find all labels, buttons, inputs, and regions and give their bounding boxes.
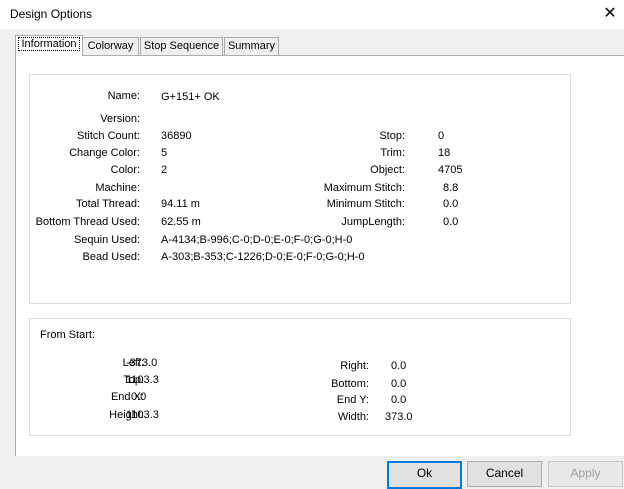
max-stitch-value: 8.8 [443,182,459,194]
change-color-value: 5 [161,147,168,159]
bottom-thread-value: 62.55 m [161,216,201,228]
stitch-count-label: Stitch Count: [77,130,140,142]
from-start-group: From Start: Left: -373.0 Top: 1103.3 End… [29,318,571,436]
tab-summary[interactable]: Summary [224,37,279,55]
version-label: Version: [100,113,140,125]
object-label: Object: [370,164,405,176]
top-value: 1103.3 [126,374,159,386]
close-icon[interactable]: ✕ [600,4,620,24]
cancel-button[interactable]: Cancel [467,461,542,487]
total-thread-label: Total Thread: [75,198,140,210]
end-y-value: 0.0 [391,394,407,406]
design-info-group: Name: G+151+ OK Version: Stitch Count: 3… [29,74,571,304]
window-title: Design Options [10,7,93,21]
color-label: Color: [110,164,140,176]
left-value: -373.0 [126,357,158,369]
bottom-value: 0.0 [391,378,407,390]
bottom-thread-label: Bottom Thread Used: [35,216,140,228]
trim-value: 18 [438,147,451,159]
name-label: Name: [107,90,140,102]
title-bar: Design Options ✕ [0,0,624,29]
bottom-label: Bottom: [331,378,369,390]
stop-value: 0 [438,130,445,142]
total-thread-value: 94.11 m [161,198,200,210]
right-value: 0.0 [391,360,407,372]
height-value: 1103.3 [126,409,159,421]
tab-stop-sequence[interactable]: Stop Sequence [140,37,223,55]
apply-button: Apply [548,461,623,487]
from-start-heading: From Start: [40,329,96,341]
stop-label: Stop: [379,130,405,142]
information-pane: Name: G+151+ OK Version: Stitch Count: 3… [15,55,624,456]
end-x-value: 0.0 [131,391,147,403]
bead-used-value: A-303;B-353;C-1226;D-0;E-0;F-0;G-0;H-0 [161,251,365,263]
bead-used-label: Bead Used: [82,251,140,263]
end-y-label: End Y: [336,394,369,406]
tab-information-label: Information [18,37,80,51]
name-value: G+151+ OK [161,91,220,103]
sequin-used-value: A-4134;B-996;C-0;D-0;E-0;F-0;G-0;H-0 [161,234,353,246]
stitch-count-value: 36890 [161,130,192,142]
jump-length-value: 0.0 [443,216,459,228]
sequin-used-label: Sequin Used: [73,234,140,246]
object-value: 4705 [438,164,463,176]
change-color-label: Change Color: [69,147,140,159]
machine-label: Machine: [95,182,140,194]
tab-colorway[interactable]: Colorway [82,37,139,55]
trim-label: Trim: [380,147,405,159]
right-label: Right: [340,360,369,372]
max-stitch-label: Maximum Stitch: [323,182,405,194]
ok-button[interactable]: Ok [387,461,462,489]
color-value: 2 [161,164,168,176]
tab-information[interactable]: Information [15,35,83,56]
min-stitch-value: 0.0 [443,198,459,210]
min-stitch-label: Minimum Stitch: [326,198,405,210]
width-label: Width: [337,411,369,423]
width-value: 373.0 [385,411,413,423]
jump-length-label: JumpLength: [341,216,405,228]
